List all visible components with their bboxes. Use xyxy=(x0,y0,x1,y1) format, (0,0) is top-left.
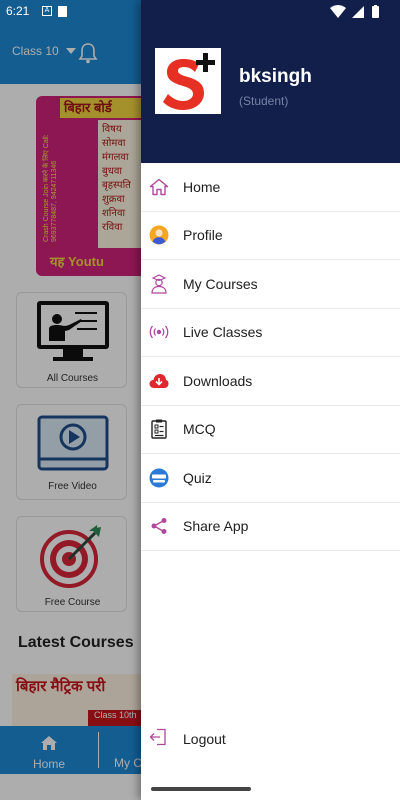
wifi-icon xyxy=(330,5,346,18)
menu-item-label: Live Classes xyxy=(183,324,263,341)
menu-item-label: Share App xyxy=(183,518,249,535)
broadcast-icon xyxy=(149,322,169,342)
menu-item-share-app[interactable]: Share App xyxy=(141,503,400,551)
menu-item-my-courses[interactable]: My Courses xyxy=(141,260,400,309)
cloud-download-icon xyxy=(149,371,169,391)
menu-item-label: Profile xyxy=(183,227,223,244)
app-logo xyxy=(155,48,221,114)
logo-icon xyxy=(163,53,215,110)
menu-item-home[interactable]: Home xyxy=(141,163,400,212)
menu-item-label: Home xyxy=(183,178,221,195)
menu-item-live-classes[interactable]: Live Classes xyxy=(141,309,400,357)
logout-button[interactable]: Logout xyxy=(141,716,400,762)
status-time: 6:21 xyxy=(6,4,30,18)
checklist-icon xyxy=(149,419,169,439)
share-icon xyxy=(149,516,169,536)
menu-item-downloads[interactable]: Downloads xyxy=(141,357,400,406)
home-icon xyxy=(149,177,169,197)
user-name: bksingh xyxy=(239,66,312,87)
logout-label: Logout xyxy=(183,731,226,747)
menu-item-label: Downloads xyxy=(183,372,253,389)
menu-item-profile[interactable]: Profile xyxy=(141,212,400,260)
logout-icon xyxy=(149,728,169,748)
a-icon: A xyxy=(42,6,52,16)
student-icon xyxy=(149,274,169,294)
profile-icon xyxy=(149,225,169,245)
menu-item-quiz[interactable]: Quiz xyxy=(141,454,400,503)
menu-item-label: MCQ xyxy=(183,421,216,438)
sd-card-icon xyxy=(58,6,67,17)
menu-item-label: My Courses xyxy=(183,275,258,292)
menu-item-mcq[interactable]: MCQ xyxy=(141,406,400,454)
system-status-icons xyxy=(330,5,379,18)
battery-icon xyxy=(372,6,379,18)
navigation-drawer: bksingh (Student) Home Profile My Course… xyxy=(141,0,400,800)
quiz-icon xyxy=(149,468,169,488)
drawer-menu: Home Profile My Courses Live Classes Dow… xyxy=(141,163,400,551)
drawer-header: bksingh (Student) xyxy=(141,0,400,163)
gesture-bar[interactable] xyxy=(151,787,251,791)
signal-icon xyxy=(352,6,364,18)
user-role: (Student) xyxy=(239,94,289,108)
menu-item-label: Quiz xyxy=(183,469,212,486)
